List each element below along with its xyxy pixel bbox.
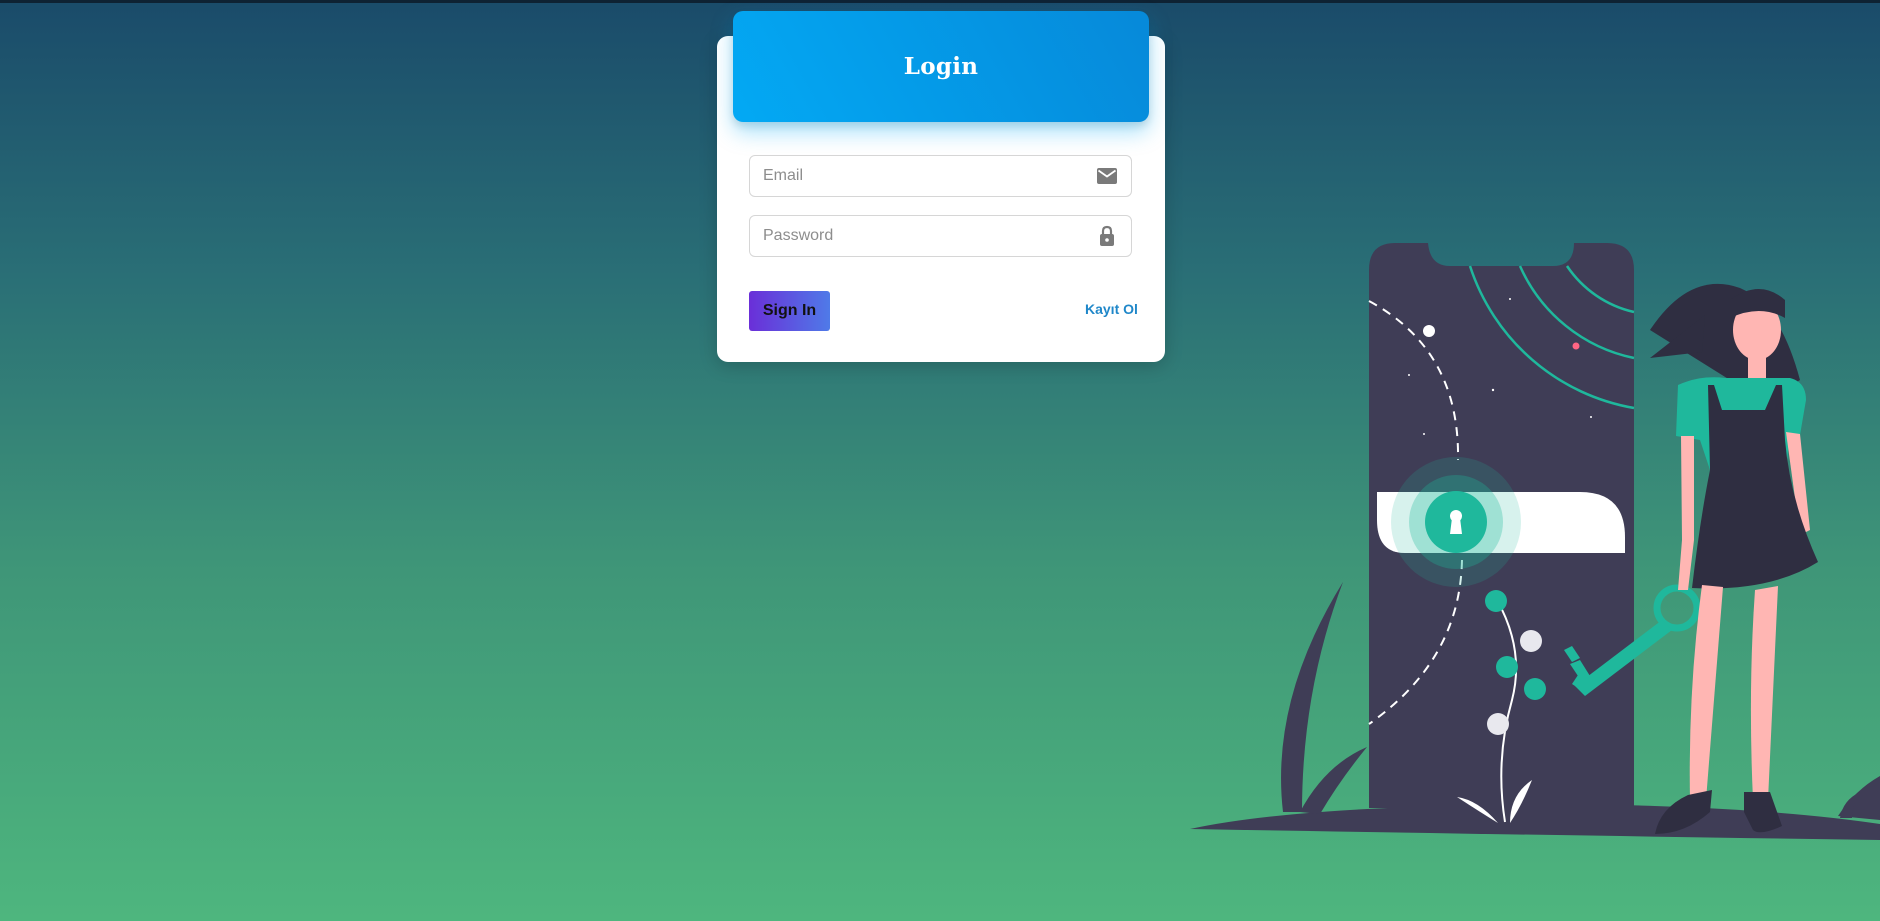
login-card-header: Login [733, 11, 1149, 122]
password-field[interactable] [749, 215, 1132, 257]
sign-in-button[interactable]: Sign In [749, 291, 830, 331]
keyhole-icon [1425, 491, 1487, 553]
ground [1190, 804, 1880, 840]
lock-icon [1096, 225, 1118, 247]
key [1564, 584, 1701, 696]
person [1650, 283, 1818, 834]
password-input[interactable] [750, 216, 1131, 256]
unlock-bar [1377, 492, 1625, 553]
envelope-icon [1096, 165, 1118, 187]
leaf-left-short [1300, 747, 1367, 814]
register-link[interactable]: Kayıt Ol [1085, 301, 1138, 317]
top-border [0, 0, 1880, 3]
login-title: Login [903, 53, 979, 80]
leaf-right-2 [1840, 792, 1860, 818]
leaf-left-tall [1281, 582, 1343, 812]
leaf-right [1838, 776, 1880, 820]
dashed-orbit [1368, 300, 1463, 725]
phone-body [1369, 243, 1634, 808]
email-input[interactable] [750, 156, 1131, 196]
email-field[interactable] [749, 155, 1132, 197]
